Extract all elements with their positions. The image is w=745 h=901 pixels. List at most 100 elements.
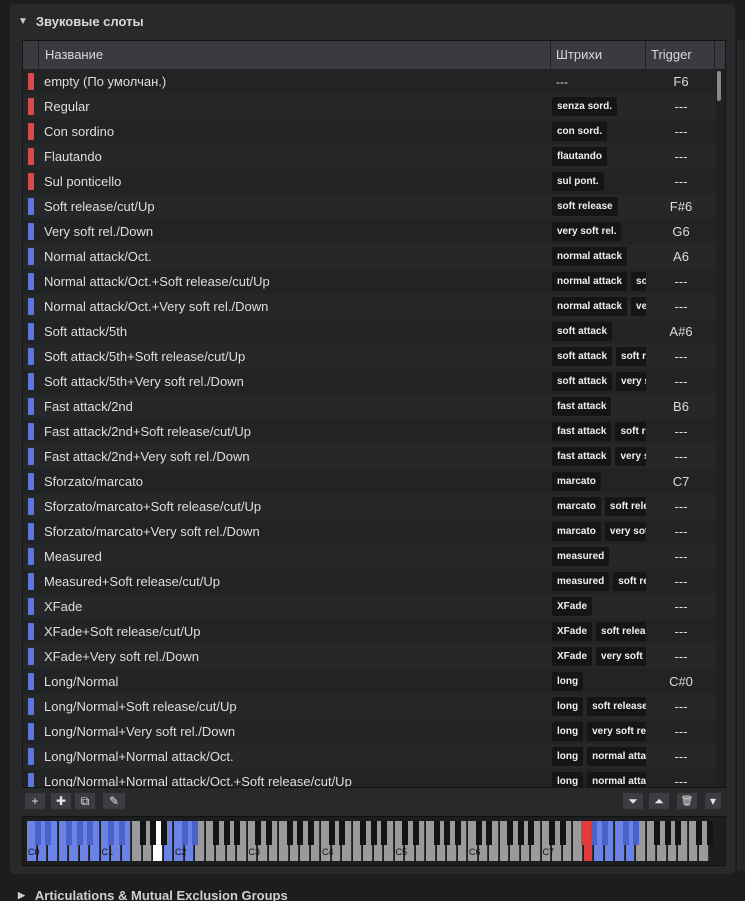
black-key[interactable] xyxy=(160,821,167,845)
slot-strokes[interactable]: long very soft rel. xyxy=(552,719,646,744)
slot-color-swatch[interactable] xyxy=(28,398,34,415)
black-key[interactable] xyxy=(118,821,125,845)
table-row[interactable]: Long/Normal+Normal attack/Oct.+Soft rele… xyxy=(23,769,716,787)
black-key[interactable] xyxy=(412,821,419,845)
table-row[interactable]: Con sordino con sord. --- xyxy=(23,119,716,144)
black-key[interactable] xyxy=(150,821,156,845)
sound-slots-header[interactable]: ▼ Звуковые слоты xyxy=(18,12,144,30)
slot-color-swatch[interactable] xyxy=(28,98,34,115)
table-row[interactable]: Long/Normal+Soft release/cut/Up long soft … xyxy=(23,694,716,719)
black-key[interactable] xyxy=(475,821,482,845)
black-key[interactable] xyxy=(76,821,83,845)
black-key[interactable] xyxy=(622,821,629,845)
table-row[interactable]: XFade+Very soft rel./Down XFade very soft … xyxy=(23,644,716,669)
black-key[interactable] xyxy=(192,821,198,845)
table-row[interactable]: Flautando flautando --- xyxy=(23,144,716,169)
slot-trigger[interactable]: A6 xyxy=(648,244,714,269)
slot-trigger[interactable]: B6 xyxy=(648,394,714,419)
black-key[interactable] xyxy=(328,821,335,845)
slot-strokes[interactable]: fast attackvery soft rel. xyxy=(552,444,646,469)
black-key[interactable] xyxy=(87,821,93,845)
move-up-button[interactable]: ⏶ xyxy=(648,792,670,810)
slot-strokes[interactable]: normal attackvery soft rel. xyxy=(552,294,646,319)
black-key[interactable] xyxy=(381,821,387,845)
slot-strokes[interactable]: marcatosoft release xyxy=(552,494,646,519)
slot-color-swatch[interactable] xyxy=(28,648,34,665)
slot-color-swatch[interactable] xyxy=(28,548,34,565)
expand-arrow-icon[interactable]: ▶ xyxy=(18,890,25,901)
slot-trigger[interactable]: --- xyxy=(648,719,714,744)
slot-strokes[interactable]: long soft release xyxy=(552,694,646,719)
black-key[interactable] xyxy=(601,821,608,845)
slot-color-swatch[interactable] xyxy=(28,373,34,390)
table-row[interactable]: Measured measured --- xyxy=(23,544,716,569)
black-key[interactable] xyxy=(307,821,314,845)
slot-strokes[interactable]: XFade xyxy=(552,594,646,619)
slot-trigger[interactable]: --- xyxy=(648,369,714,394)
slot-strokes[interactable]: fast attack xyxy=(552,394,646,419)
black-key[interactable] xyxy=(507,821,513,845)
slot-color-swatch[interactable] xyxy=(28,248,34,265)
add-combination-button[interactable]: ✚ xyxy=(50,792,72,810)
slot-strokes[interactable]: flautando xyxy=(552,144,646,169)
table-row[interactable]: Sforzato/marcato marcato C7 xyxy=(23,469,716,494)
slot-color-swatch[interactable] xyxy=(28,223,34,240)
slot-strokes[interactable]: senza sord. xyxy=(552,94,646,119)
table-row[interactable]: Very soft rel./Down very soft rel. G6 xyxy=(23,219,716,244)
slot-trigger[interactable]: --- xyxy=(648,169,714,194)
slot-strokes[interactable]: sul pont. xyxy=(552,169,646,194)
slot-trigger[interactable]: --- xyxy=(648,344,714,369)
slot-trigger[interactable]: --- xyxy=(648,444,714,469)
black-key[interactable] xyxy=(517,821,524,845)
slot-strokes[interactable]: normal attacksoft release xyxy=(552,269,646,294)
slot-trigger[interactable]: C7 xyxy=(648,469,714,494)
slot-strokes[interactable]: longnormal attack xyxy=(552,769,646,787)
black-key[interactable] xyxy=(549,821,555,845)
table-row[interactable]: Normal attack/Oct.+Very soft rel./Down no… xyxy=(23,294,716,319)
black-key[interactable] xyxy=(45,821,51,845)
table-row[interactable]: Long/Normal long C#0 xyxy=(23,669,716,694)
name-column-header[interactable]: Название xyxy=(39,41,551,69)
slot-color-swatch[interactable] xyxy=(28,173,34,190)
table-row[interactable]: XFade+Soft release/cut/Up XFade soft relea… xyxy=(23,619,716,644)
slot-color-swatch[interactable] xyxy=(28,323,34,340)
strokes-column-header[interactable]: Штрихи xyxy=(551,41,646,69)
slot-color-swatch[interactable] xyxy=(28,198,34,215)
slot-strokes[interactable]: soft attack xyxy=(552,319,646,344)
black-key[interactable] xyxy=(297,821,303,845)
black-key[interactable] xyxy=(339,821,345,845)
table-row[interactable]: Sul ponticello sul pont. --- xyxy=(23,169,716,194)
slot-trigger[interactable]: --- xyxy=(648,619,714,644)
slot-trigger[interactable]: --- xyxy=(648,694,714,719)
table-row[interactable]: Normal attack/Oct.+Soft release/cut/Up no… xyxy=(23,269,716,294)
slot-trigger[interactable]: A#6 xyxy=(648,319,714,344)
slot-color-swatch[interactable] xyxy=(28,448,34,465)
table-row[interactable]: Fast attack/2nd+Soft release/cut/Up fast … xyxy=(23,419,716,444)
edit-button[interactable]: ✎ xyxy=(102,792,126,810)
table-row[interactable]: Soft attack/5th+Soft release/cut/Up soft … xyxy=(23,344,716,369)
black-key[interactable] xyxy=(559,821,566,845)
slot-strokes[interactable]: longnormal attack xyxy=(552,744,646,769)
trigger-column-header[interactable]: Trigger xyxy=(646,41,715,69)
slot-strokes[interactable]: fast attacksoft release xyxy=(552,419,646,444)
slot-trigger[interactable]: --- xyxy=(648,594,714,619)
slot-strokes[interactable]: normal attack xyxy=(552,244,646,269)
slot-strokes[interactable]: measured xyxy=(552,544,646,569)
slot-color-swatch[interactable] xyxy=(28,273,34,290)
slot-trigger[interactable]: --- xyxy=(648,569,714,594)
slot-trigger[interactable]: --- xyxy=(648,494,714,519)
slot-strokes[interactable]: XFadesoft release xyxy=(552,619,646,644)
black-key[interactable] xyxy=(139,821,146,845)
slot-strokes[interactable]: soft attackvery soft rel. xyxy=(552,369,646,394)
black-key[interactable] xyxy=(591,821,597,845)
slot-trigger[interactable]: --- xyxy=(648,744,714,769)
add-slot-button[interactable]: + xyxy=(24,792,46,810)
duplicate-button[interactable]: ⧉ xyxy=(74,792,96,810)
slot-strokes[interactable]: measuredsoft release xyxy=(552,569,646,594)
slot-strokes[interactable]: very soft rel. xyxy=(552,219,646,244)
black-key[interactable] xyxy=(696,821,702,845)
slot-trigger[interactable]: --- xyxy=(648,294,714,319)
delete-button[interactable]: 🗑 xyxy=(676,792,698,810)
table-row[interactable]: Long/Normal+Very soft rel./Down long very … xyxy=(23,719,716,744)
table-row[interactable]: Fast attack/2nd+Very soft rel./Down fast … xyxy=(23,444,716,469)
